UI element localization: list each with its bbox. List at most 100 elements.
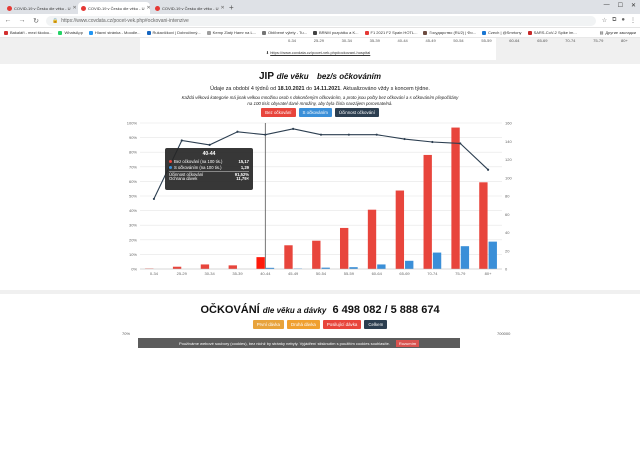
bookmark-1[interactable]: Bakaláři - mezi školou... [4, 30, 52, 35]
efficacy-point [319, 133, 323, 136]
x-tick-label: 70-74 [565, 38, 576, 43]
series-button-booster[interactable]: Posilující dávka [322, 320, 362, 329]
cookie-accept-button[interactable]: Rozumím [395, 339, 420, 347]
profile-icon[interactable]: ● [621, 17, 625, 24]
bookmark-icon [364, 30, 369, 35]
x-tick-label: 75-79 [455, 271, 466, 276]
bookmark-icon [88, 30, 93, 35]
y-right-tick-label: 0 [505, 267, 508, 272]
bar-unvaccinated [256, 257, 265, 269]
minimize-icon[interactable]: — [604, 2, 610, 9]
bookmarks-bar: Bakaláři - mezi školou... WhatsApp Hlavn… [0, 28, 640, 38]
reload-icon[interactable]: ↻ [32, 17, 40, 25]
ockovani-y-left-tick: 70% [122, 331, 131, 336]
efficacy-point [459, 142, 462, 145]
x-tick-label: 45-49 [425, 38, 436, 43]
subtitle-post: . Aktualizováno vždy s koncem týdne. [340, 86, 430, 92]
subtitle-pre: Údaje za období 4 týdnů od [210, 86, 277, 92]
tab-close-icon[interactable]: ✕ [72, 5, 76, 11]
bookmark-11[interactable]: SARS-CoV-2 Spike im... [527, 30, 577, 35]
window-controls: — ☐ ✕ [604, 2, 636, 9]
ockovani-separator: / [384, 304, 388, 316]
y-left-tick-label: 50% [129, 194, 137, 199]
series-button-unvaccinated[interactable]: Bez očkování [261, 108, 296, 117]
previous-source-link[interactable]: ⬇ https://www.covdata.cz/pocet-vek.php#o… [140, 50, 496, 55]
bar-unvaccinated [423, 154, 432, 269]
y-right-tick-label: 120 [505, 157, 512, 162]
series-button-efficacy[interactable]: Účinnost očkování [334, 108, 379, 117]
x-tick-label: 25-29 [177, 271, 188, 276]
series-button-total[interactable]: Celkem [364, 320, 388, 329]
tab-label: COVID-19 v Česku dle věku - U [14, 5, 71, 11]
tooltip-swatch [169, 160, 172, 164]
tooltip-label: Bez očkování (na 100 tis.) [174, 159, 223, 165]
x-tick-label: 70-74 [427, 271, 438, 276]
bookmark-icon [423, 30, 428, 35]
close-window-icon[interactable]: ✕ [631, 2, 636, 9]
date-to: 14.11.2021 [313, 86, 341, 92]
bar-vaccinated [488, 241, 497, 269]
bar-vaccinated [377, 264, 386, 269]
jip-subtitle: Údaje za období 4 týdnů od 18.10.2021 do… [0, 86, 640, 92]
efficacy-point [180, 139, 183, 142]
star-icon[interactable]: ☆ [602, 17, 607, 24]
browser-tab-2[interactable]: COVID-19 v Česku dle věku - U ✕ [78, 2, 150, 14]
subtitle-mid: do [306, 86, 313, 92]
covdata-favicon-icon [7, 5, 12, 11]
extensions-icon[interactable]: ⧉ [612, 17, 616, 24]
y-right-tick-label: 40 [505, 230, 510, 235]
menu-icon[interactable]: ⋮ [630, 17, 636, 24]
tooltip-value: 1,29 [240, 164, 249, 170]
series-button-second-dose[interactable]: Druhá dávka [286, 320, 320, 329]
browser-tab-3[interactable]: COVID-19 v Česku dle věku - U ✕ [152, 2, 224, 14]
bookmark-icon [262, 30, 267, 35]
efficacy-point [152, 197, 156, 201]
previous-chart-x-axis: 0-34 25-29 30-34 35-39 40-44 45-49 50-54 55-59 6… [280, 38, 636, 43]
bookmark-6[interactable]: Oblíbené výlety - Tu... [262, 30, 307, 35]
tab-close-icon[interactable]: ✕ [220, 5, 224, 11]
bookmark-8[interactable]: F1 2021 F2 Spain HOTL... [364, 30, 417, 35]
previous-source-link-text[interactable]: https://www.covdata.cz/pocet-vek.php#ock… [270, 50, 370, 55]
other-bookmarks-label: Другие закладки [605, 30, 636, 35]
y-right-tick-label: 140 [505, 139, 512, 144]
maximize-icon[interactable]: ☐ [618, 2, 623, 9]
x-tick-label: 25-29 [313, 38, 324, 43]
x-tick-label: 0-34 [288, 38, 297, 43]
forward-icon[interactable]: → [18, 17, 26, 24]
url-text: https://www.covdata.cz/pocet-vek.php#ock… [61, 17, 189, 24]
series-button-first-dose[interactable]: První dávka [252, 320, 284, 329]
bar-unvaccinated [395, 190, 405, 269]
efficacy-point [292, 127, 295, 130]
series-button-vaccinated[interactable]: S očkováním [298, 108, 332, 117]
bookmark-2[interactable]: WhatsApp [58, 30, 83, 35]
ockovani-count-1: 6 498 082 [332, 304, 382, 316]
tab-close-icon[interactable]: ✕ [146, 5, 150, 11]
y-left-tick-label: 30% [129, 223, 137, 228]
bar-vaccinated [405, 260, 414, 269]
tooltip-row-vaccinated: S očkováním (na 100 tis.) 1,29 [169, 164, 249, 170]
back-icon[interactable]: ← [4, 17, 12, 24]
efficacy-point [264, 133, 267, 136]
jip-title-em2: bez/s očkováním [316, 72, 381, 81]
bookmark-10[interactable]: Czech | @Smrtony [482, 30, 522, 35]
new-tab-button[interactable]: + [229, 2, 234, 14]
bookmark-label: Rukavičkovi | Dobročinný... [152, 30, 201, 35]
url-field[interactable]: 🔒 https://www.covdata.cz/pocet-vek.php#oc… [46, 15, 596, 26]
ockovani-count-2: 5 888 674 [390, 304, 440, 316]
bookmark-7[interactable]: BRNM pozpátku a K... [312, 30, 359, 35]
bookmark-3[interactable]: Hlavní stránka - Moodle... [88, 30, 141, 35]
other-bookmarks[interactable]: ▤ Другие закладки [600, 30, 636, 35]
bookmark-5[interactable]: Kemp Zlatý Hamr na L... [206, 30, 256, 35]
bookmark-icon [482, 30, 486, 35]
x-tick-label: 30-34 [204, 271, 215, 276]
bookmark-icon [527, 30, 532, 35]
bookmark-label: SARS-CoV-2 Spike im... [533, 30, 577, 35]
bookmark-9[interactable]: Государство (RU2) | Фо... [423, 30, 476, 35]
bookmark-4[interactable]: Rukavičkovi | Dobročinný... [146, 30, 201, 35]
ockovani-series-buttons: První dávka Druhá dávka Posilující dávka… [0, 320, 640, 329]
bookmark-label: Hlavní stránka - Moodle... [94, 30, 141, 35]
x-tick-label: 35-39 [232, 271, 243, 276]
x-tick-label: 55-59 [344, 271, 355, 276]
browser-tab-1[interactable]: COVID-19 v Česku dle věku - U ✕ [4, 2, 76, 14]
y-left-tick-label: 20% [129, 237, 137, 242]
